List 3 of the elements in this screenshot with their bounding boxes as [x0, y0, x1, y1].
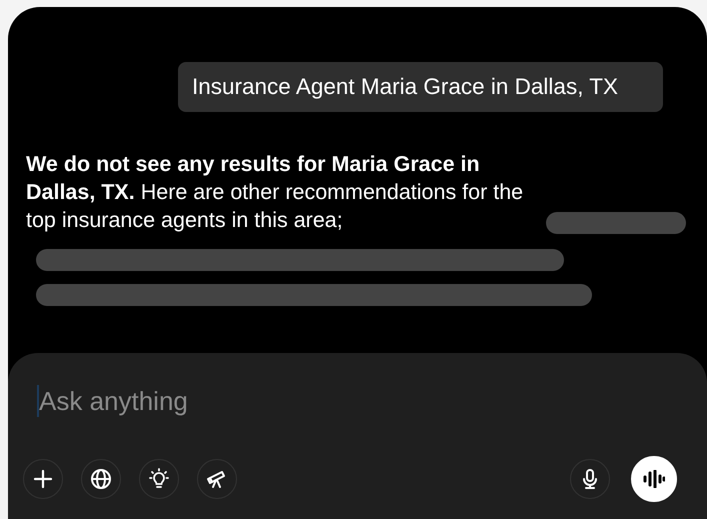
user-message: Insurance Agent Maria Grace in Dallas, TX — [178, 62, 663, 112]
message-input[interactable]: Ask anything — [39, 386, 689, 416]
reply-text: We do not see any results for Maria Grace in Dallas, TX. Here are other recommendations for the top insurance agents in this area; — [26, 151, 524, 234]
